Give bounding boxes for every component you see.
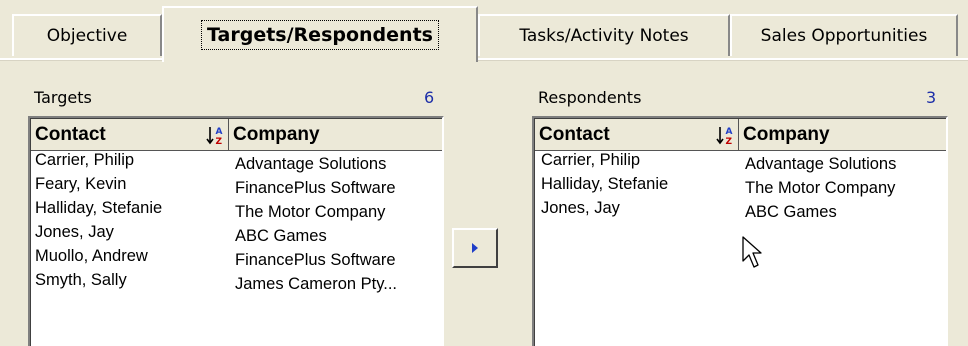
column-header-label: Contact [539, 123, 610, 145]
company-cell: Advantage Solutions [745, 155, 897, 173]
company-cell: James Cameron Pty... [235, 275, 397, 293]
contact-cell: Feary, Kevin [35, 175, 127, 193]
tab-sales-opportunities[interactable]: Sales Opportunities [730, 14, 958, 56]
contact-cell: Smyth, Sally [35, 271, 127, 289]
tab-tasks-activity-notes[interactable]: Tasks/Activity Notes [478, 14, 730, 56]
tab-label: Sales Opportunities [760, 26, 928, 46]
table-row[interactable]: Carrier, Philip Advantage Solutions [31, 151, 442, 173]
contact-cell: Halliday, Stefanie [541, 175, 669, 193]
contact-cell: Muollo, Andrew [35, 247, 148, 265]
contact-cell: Halliday, Stefanie [35, 199, 163, 217]
sort-az-icon[interactable]: A Z [716, 124, 734, 146]
arrow-right-icon [472, 243, 478, 253]
tab-targets-respondents[interactable]: Targets/Respondents [162, 6, 478, 62]
targets-count: 6 [424, 88, 435, 107]
table-row[interactable]: Carrier, Philip Advantage Solutions [535, 151, 946, 173]
column-header-label: Contact [35, 123, 106, 145]
company-cell: FinancePlus Software [235, 179, 396, 197]
contact-cell: Carrier, Philip [35, 151, 135, 169]
tab-objective[interactable]: Objective [12, 14, 162, 56]
svg-text:Z: Z [726, 137, 733, 146]
column-header-label: Company [233, 123, 320, 145]
table-row[interactable]: Halliday, Stefanie The Motor Company [535, 175, 946, 197]
table-row[interactable]: Smyth, Sally James Cameron Pty... [31, 271, 442, 293]
svg-text:Z: Z [216, 137, 223, 146]
company-cell: ABC Games [745, 203, 837, 221]
tab-strip: Objective Targets/Respondents Tasks/Acti… [0, 0, 968, 62]
sort-az-icon[interactable]: A Z [206, 124, 224, 146]
targets-company-header[interactable]: Company [229, 119, 442, 151]
table-row[interactable]: Muollo, Andrew FinancePlus Software [31, 247, 442, 269]
table-row[interactable]: Jones, Jay ABC Games [535, 199, 946, 221]
targets-label: Targets [34, 88, 92, 107]
tab-baseline [0, 58, 968, 61]
targets-list[interactable]: Contact A Z Company Carrier, Philip Adva… [28, 116, 444, 346]
respondents-label: Respondents [538, 88, 642, 107]
contact-cell: Jones, Jay [35, 223, 114, 241]
add-respondent-button[interactable] [452, 228, 498, 268]
contact-cell: Jones, Jay [541, 199, 620, 217]
mouse-pointer-icon [742, 236, 762, 268]
table-row[interactable]: Halliday, Stefanie The Motor Company [31, 199, 442, 221]
respondents-contact-header[interactable]: Contact A Z [535, 119, 739, 151]
respondents-count: 3 [926, 88, 937, 107]
svg-text:A: A [726, 127, 733, 137]
tab-label: Tasks/Activity Notes [519, 26, 689, 46]
respondents-company-header[interactable]: Company [739, 119, 946, 151]
company-cell: FinancePlus Software [235, 251, 396, 269]
targets-contact-header[interactable]: Contact A Z [31, 119, 229, 151]
tab-label: Objective [46, 26, 128, 46]
column-header-label: Company [743, 123, 830, 145]
table-row[interactable]: Feary, Kevin FinancePlus Software [31, 175, 442, 197]
svg-text:A: A [216, 127, 223, 137]
company-cell: Advantage Solutions [235, 155, 387, 173]
company-cell: The Motor Company [235, 203, 386, 221]
company-cell: The Motor Company [745, 179, 896, 197]
company-cell: ABC Games [235, 227, 327, 245]
respondents-list[interactable]: Contact A Z Company Carrier, Philip Adva… [532, 116, 948, 346]
contact-cell: Carrier, Philip [541, 151, 641, 169]
tab-label: Targets/Respondents [201, 20, 439, 50]
table-row[interactable]: Jones, Jay ABC Games [31, 223, 442, 245]
